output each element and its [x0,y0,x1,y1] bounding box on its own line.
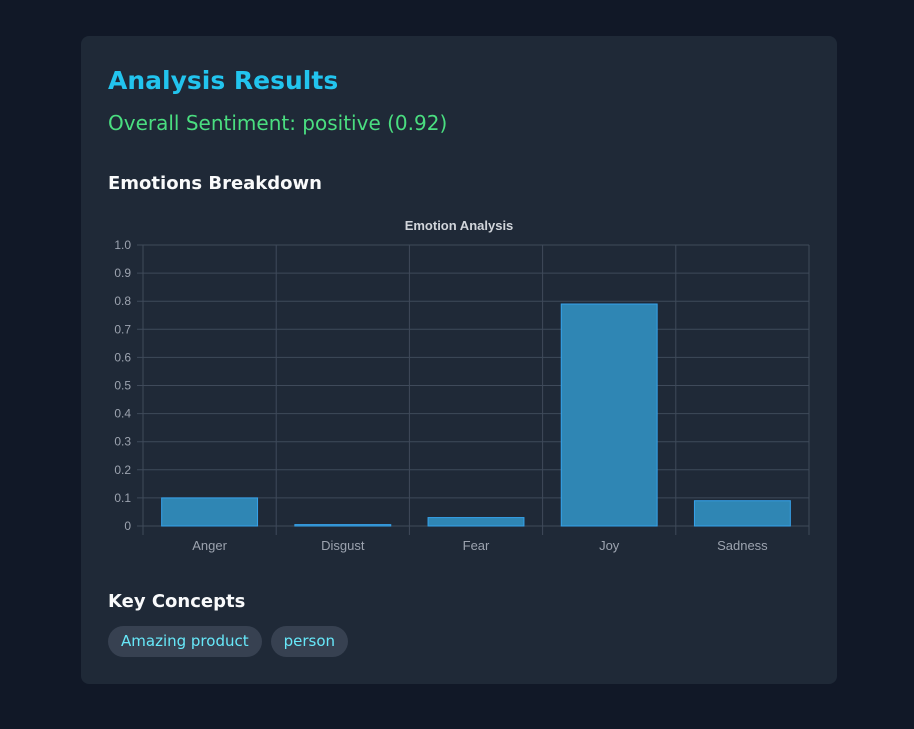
x-tick-label: Joy [599,538,620,553]
chart-bars [161,303,791,527]
concept-tag[interactable]: person [270,626,349,657]
y-tick-label: 0.1 [114,491,131,505]
y-tick-label: 0.9 [114,266,131,280]
y-tick-label: 0.8 [114,294,131,308]
bar-disgust [294,524,392,527]
key-concepts-heading: Key Concepts [108,591,246,612]
key-concepts-list: Amazing product person [108,626,349,657]
analysis-results-card: Analysis Results Overall Sentiment: posi… [81,36,837,684]
overall-sentiment: Overall Sentiment: positive (0.92) [108,111,448,135]
x-tick-label: Anger [192,538,227,553]
chart-grid [137,244,810,535]
y-tick-label: 0.6 [114,350,131,364]
page-title: Analysis Results [108,66,339,95]
bar-sadness [693,500,791,527]
y-tick-label: 0 [124,519,131,533]
x-tick-label: Fear [463,538,490,553]
x-tick-label: Sadness [717,538,768,553]
y-tick-label: 0.4 [114,407,131,421]
emotion-chart-svg: Emotion Analysis 0 0.1 0.2 0.3 0.4 0.5 0.6 0.7 0… [114,218,810,553]
x-tick-label: Disgust [321,538,365,553]
y-tick-label: 0.3 [114,435,131,449]
y-tick-label: 0.2 [114,463,131,477]
chart-title: Emotion Analysis [405,218,514,233]
y-tick-label: 0.5 [114,379,131,393]
bar-fear [427,517,525,527]
bar-anger [161,497,259,527]
y-tick-label: 1.0 [114,238,131,252]
bar-joy [560,303,658,527]
concept-tag[interactable]: Amazing product [108,626,262,657]
y-tick-label: 0.7 [114,322,131,336]
emotion-chart: Emotion Analysis 0 0.1 0.2 0.3 0.4 0.5 0.6 0.7 0… [101,212,817,562]
emotions-heading: Emotions Breakdown [108,173,322,194]
